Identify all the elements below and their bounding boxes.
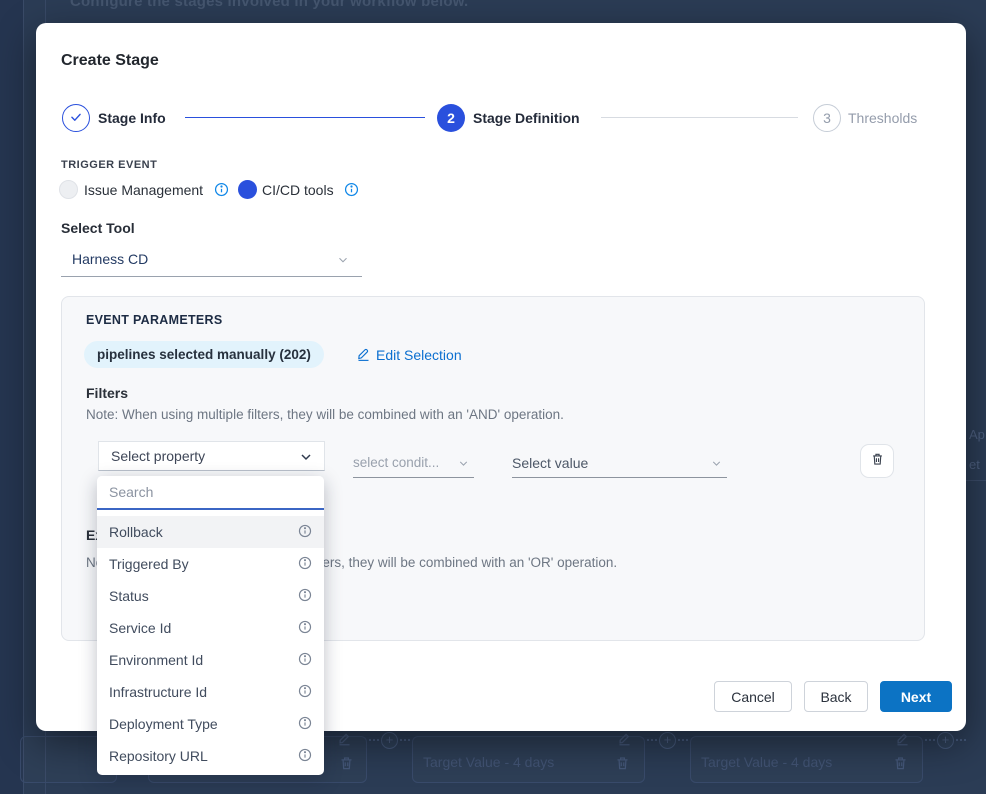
- info-icon[interactable]: [298, 684, 312, 701]
- pipelines-selected-chip: pipelines selected manually (202): [84, 341, 324, 368]
- backdrop-connector: [400, 739, 410, 741]
- info-icon[interactable]: [214, 182, 229, 197]
- radio-cicd-tools-label[interactable]: CI/CD tools: [262, 182, 334, 198]
- edit-icon: [617, 731, 632, 751]
- backdrop-connector: [925, 739, 935, 741]
- backdrop-connector: [647, 739, 657, 741]
- step-2-label[interactable]: Stage Definition: [473, 110, 580, 126]
- add-node-icon: +: [659, 732, 676, 749]
- add-node-icon: +: [937, 732, 954, 749]
- trash-icon: [615, 755, 630, 776]
- value-select-placeholder: Select value: [512, 455, 588, 471]
- step-connector-2: [601, 117, 798, 118]
- check-icon: [69, 110, 83, 127]
- backdrop-node-label: Target Value - 4 days: [701, 754, 832, 770]
- backdrop-text-fragment-top: Ap: [969, 427, 985, 442]
- backdrop-sidebar: [0, 0, 24, 794]
- filters-heading: Filters: [86, 385, 128, 401]
- step-connector-1: [185, 117, 425, 118]
- step-3-indicator[interactable]: 3: [813, 104, 841, 132]
- chevron-down-icon: [457, 457, 470, 475]
- info-icon[interactable]: [298, 748, 312, 765]
- chevron-down-icon: [710, 457, 723, 475]
- info-icon[interactable]: [298, 716, 312, 733]
- condition-select-placeholder: select condit...: [353, 455, 439, 470]
- radio-issue-management[interactable]: [59, 180, 78, 199]
- create-stage-modal: Create Stage Stage Info 2 Stage Definiti…: [36, 23, 966, 731]
- trash-icon: [893, 755, 908, 776]
- dropdown-item-environment-id[interactable]: Environment Id: [97, 644, 324, 676]
- step-3-number: 3: [823, 110, 831, 126]
- step-1-indicator[interactable]: [62, 104, 90, 132]
- select-tool-label: Select Tool: [61, 220, 135, 236]
- step-2-indicator[interactable]: 2: [437, 104, 465, 132]
- info-icon[interactable]: [344, 182, 359, 197]
- add-node-icon: +: [381, 732, 398, 749]
- dropdown-item-status[interactable]: Status: [97, 580, 324, 612]
- property-dropdown-panel: Rollback Triggered By Status Service Id …: [97, 476, 324, 775]
- remove-filter-button[interactable]: [860, 444, 894, 478]
- radio-cicd-tools[interactable]: [238, 180, 257, 199]
- chevron-down-icon: [336, 253, 350, 272]
- backdrop-connector: [369, 739, 379, 741]
- search-input[interactable]: [97, 476, 324, 510]
- next-button[interactable]: Next: [880, 681, 952, 712]
- step-3-label[interactable]: Thresholds: [848, 110, 917, 126]
- modal-title: Create Stage: [61, 52, 159, 70]
- backdrop-connector: [678, 739, 688, 741]
- value-select[interactable]: Select value: [512, 449, 727, 478]
- backdrop-divider-line: [966, 480, 986, 481]
- dropdown-item-deployment-type[interactable]: Deployment Type: [97, 708, 324, 740]
- dropdown-item-service-id[interactable]: Service Id: [97, 612, 324, 644]
- backdrop-node-label: Target Value - 4 days: [423, 754, 554, 770]
- chevron-down-icon: [298, 449, 314, 470]
- property-select-placeholder: Select property: [111, 448, 205, 464]
- edit-selection-label: Edit Selection: [376, 347, 462, 363]
- edit-selection-link[interactable]: Edit Selection: [356, 346, 462, 364]
- step-1-label[interactable]: Stage Info: [98, 110, 166, 126]
- info-icon[interactable]: [298, 620, 312, 637]
- event-parameters-heading: EVENT PARAMETERS: [86, 313, 223, 327]
- info-icon[interactable]: [298, 556, 312, 573]
- info-icon[interactable]: [298, 652, 312, 669]
- radio-issue-management-label[interactable]: Issue Management: [84, 182, 203, 198]
- trigger-event-label: TRIGGER EVENT: [61, 159, 157, 171]
- trash-icon: [870, 451, 885, 472]
- tool-select-value: Harness CD: [72, 251, 148, 267]
- tool-select[interactable]: Harness CD: [61, 244, 362, 277]
- backdrop-banner: Configure the stages involved in your wo…: [70, 0, 468, 23]
- backdrop-connector: [956, 739, 966, 741]
- backdrop-text-fragment-bottom: et: [969, 457, 980, 472]
- back-button[interactable]: Back: [804, 681, 868, 712]
- info-icon[interactable]: [298, 524, 312, 541]
- edit-icon: [337, 731, 352, 751]
- property-select[interactable]: Select property: [98, 441, 325, 471]
- trash-icon: [339, 755, 354, 776]
- dropdown-item-repository-url[interactable]: Repository URL: [97, 740, 324, 772]
- info-icon[interactable]: [298, 588, 312, 605]
- step-2-number: 2: [447, 110, 455, 126]
- condition-select[interactable]: select condit...: [353, 449, 474, 478]
- backdrop-banner-text: Configure the stages involved in your wo…: [70, 0, 468, 10]
- edit-pencil-icon: [356, 346, 371, 364]
- edit-icon: [895, 731, 910, 751]
- filters-note: Note: When using multiple filters, they …: [86, 407, 564, 422]
- dropdown-item-rollback[interactable]: Rollback: [97, 516, 324, 548]
- dropdown-item-triggered-by[interactable]: Triggered By: [97, 548, 324, 580]
- cancel-button[interactable]: Cancel: [714, 681, 792, 712]
- dropdown-item-infrastructure-id[interactable]: Infrastructure Id: [97, 676, 324, 708]
